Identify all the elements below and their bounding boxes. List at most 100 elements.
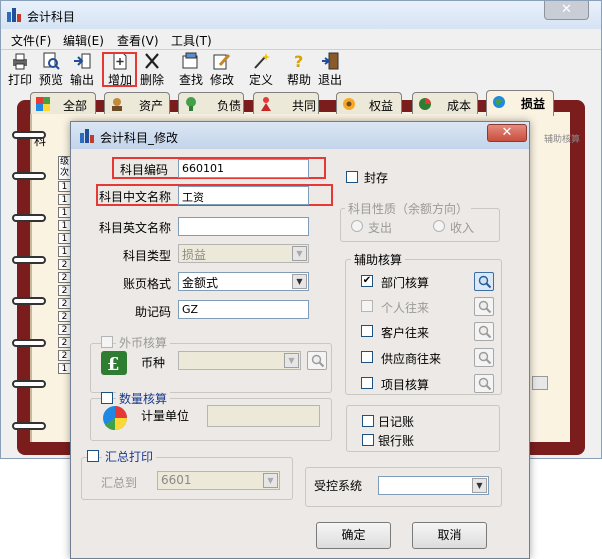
tab-liabilities[interactable]: 负债 xyxy=(178,92,244,114)
menu-view[interactable]: 查看(V) xyxy=(117,32,159,49)
tab-equity[interactable]: 权益 xyxy=(336,92,402,114)
find-button[interactable]: 查找 xyxy=(177,52,205,90)
cost-icon xyxy=(419,98,431,110)
preview-icon xyxy=(41,52,61,70)
search-icon xyxy=(478,377,492,391)
supplier-search-button[interactable] xyxy=(474,348,494,367)
tab-cost[interactable]: 成本 xyxy=(412,92,478,114)
format-value: 金额式 xyxy=(182,276,219,290)
dialog-close-button[interactable]: ✕ xyxy=(487,124,527,142)
personal-label: 个人往来 xyxy=(381,301,430,315)
sealed-checkbox[interactable] xyxy=(346,171,358,183)
menu-edit[interactable]: 编辑(E) xyxy=(63,32,104,49)
menu-bar: 文件(F) 编辑(E) 查看(V) 工具(T) xyxy=(1,29,601,49)
type-select: 损益 ▼ xyxy=(178,244,309,263)
dialog-title-bar: 会计科目_修改 ✕ xyxy=(71,122,529,149)
print-button[interactable]: 打印 xyxy=(6,52,34,90)
tab-common-label: 共同 xyxy=(292,99,317,113)
window-close-button[interactable]: ✕ xyxy=(544,1,589,20)
preview-button[interactable]: 预览 xyxy=(37,52,65,90)
summary-checkbox[interactable] xyxy=(87,450,99,462)
quantity-checkbox[interactable] xyxy=(101,392,113,404)
chevron-down-icon[interactable]: ▼ xyxy=(292,274,307,289)
quantity-pie-icon xyxy=(103,406,127,431)
scrollbar-fragment[interactable] xyxy=(532,376,548,390)
search-icon xyxy=(478,325,492,339)
customer-search-button[interactable] xyxy=(474,322,494,341)
tab-common[interactable]: 共同 xyxy=(253,92,319,114)
project-label: 项目核算 xyxy=(381,378,430,392)
project-search-button[interactable] xyxy=(474,374,494,393)
bank-journal-label: 银行账 xyxy=(378,434,415,448)
code-field[interactable]: 660101 xyxy=(178,159,309,178)
customer-checkbox[interactable] xyxy=(361,325,373,337)
edit-label: 修改 xyxy=(209,73,234,87)
tab-liabilities-label: 负债 xyxy=(217,99,242,113)
daily-journal-checkbox[interactable] xyxy=(362,415,374,427)
income-radio xyxy=(433,220,445,232)
printer-icon xyxy=(10,52,30,70)
search-icon xyxy=(478,275,492,289)
help-icon: ? xyxy=(289,52,309,71)
menu-tools[interactable]: 工具(T) xyxy=(171,32,212,49)
help-button[interactable]: ? 帮助 xyxy=(285,52,313,90)
currency-label: 币种 xyxy=(141,356,166,370)
currency-search-button xyxy=(307,351,327,370)
bank-journal-checkbox[interactable] xyxy=(362,434,374,446)
binder-ring xyxy=(12,380,46,388)
edit-button[interactable]: 修改 xyxy=(208,52,236,90)
help-label: 帮助 xyxy=(286,73,311,87)
add-button-highlight xyxy=(102,52,137,87)
expense-label: 支出 xyxy=(368,221,393,235)
tab-profit-loss[interactable]: 损益 xyxy=(486,90,554,116)
search-icon xyxy=(478,300,492,314)
chevron-down-icon: ▼ xyxy=(263,473,278,488)
window-title: 会计科目 xyxy=(27,10,76,24)
preview-label: 预览 xyxy=(38,73,63,87)
search-icon xyxy=(478,351,492,365)
dept-search-button[interactable] xyxy=(474,272,494,291)
en-name-field[interactable] xyxy=(178,217,309,236)
common-icon xyxy=(261,97,271,111)
project-checkbox[interactable] xyxy=(361,377,373,389)
type-value: 损益 xyxy=(182,248,207,262)
unit-field xyxy=(207,405,320,427)
cancel-button[interactable]: 取消 xyxy=(412,522,487,549)
cn-name-label: 科目中文名称 xyxy=(98,190,171,204)
menu-file[interactable]: 文件(F) xyxy=(11,32,51,49)
currency-select: ▼ xyxy=(178,351,301,370)
mnemonic-label: 助记码 xyxy=(134,305,171,319)
controlled-label: 受控系统 xyxy=(314,479,363,493)
toolbar: 打印 预览 输出 增加 删除 查找 修改 定义 ? 帮助 退出 xyxy=(1,49,601,89)
chevron-down-icon[interactable]: ▼ xyxy=(472,478,487,493)
dept-checkbox[interactable]: ✔ xyxy=(361,275,373,287)
format-label: 账页格式 xyxy=(122,277,171,291)
ok-button[interactable]: 确定 xyxy=(316,522,391,549)
en-name-label: 科目英文名称 xyxy=(98,221,171,235)
summary-legend: 汇总打印 xyxy=(102,448,157,465)
export-button[interactable]: 输出 xyxy=(68,52,96,90)
delete-x-icon xyxy=(142,52,162,70)
personal-search-button xyxy=(474,297,494,316)
exit-button[interactable]: 退出 xyxy=(316,52,344,90)
tab-profit-loss-label: 损益 xyxy=(521,97,546,111)
binder-ring xyxy=(12,172,46,180)
mnemonic-field[interactable]: GZ xyxy=(178,300,309,319)
tab-equity-label: 权益 xyxy=(369,99,394,113)
tab-all[interactable]: 全部 xyxy=(30,92,96,114)
supplier-label: 供应商往来 xyxy=(381,352,442,366)
format-select[interactable]: 金额式 ▼ xyxy=(178,272,309,291)
binder-ring xyxy=(12,339,46,347)
tab-assets[interactable]: 资产 xyxy=(104,92,170,114)
profit-loss-icon xyxy=(493,96,505,108)
cn-name-field[interactable]: 工资 xyxy=(178,186,309,205)
delete-button[interactable]: 删除 xyxy=(138,52,166,90)
controlled-select[interactable]: ▼ xyxy=(378,476,489,495)
supplier-checkbox[interactable] xyxy=(361,351,373,363)
account-edit-dialog: 会计科目_修改 ✕ 科目编码 660101 科目中文名称 工资 科目英文名称 科… xyxy=(70,121,530,559)
define-button[interactable]: 定义 xyxy=(247,52,275,90)
exit-icon xyxy=(320,52,340,70)
app-icon xyxy=(7,8,21,22)
equity-icon xyxy=(343,98,355,110)
exit-label: 退出 xyxy=(317,73,342,87)
